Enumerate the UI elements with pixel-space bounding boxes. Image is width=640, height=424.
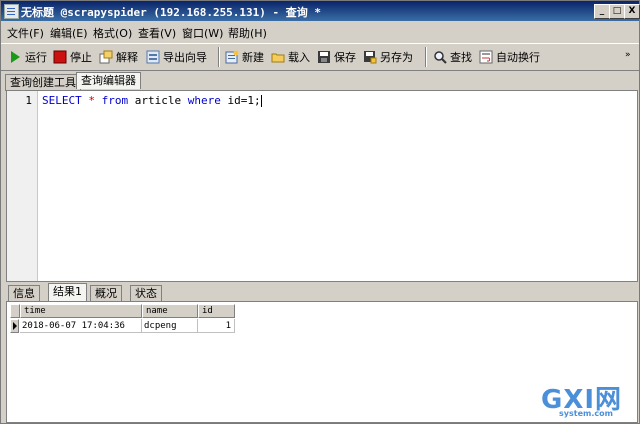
find-button[interactable]: 查找 — [433, 49, 472, 65]
word-wrap-button[interactable]: 自动换行 — [479, 49, 540, 65]
find-label: 查找 — [450, 51, 472, 64]
cell-time[interactable]: 2018-06-07 17:04:36 — [20, 319, 142, 333]
folder-icon — [271, 50, 285, 64]
tab-overview[interactable]: 概况 — [90, 285, 122, 302]
sql-keyword: where — [187, 94, 221, 107]
export-icon — [146, 50, 160, 64]
title-bar: 无标题 @scrapyspider (192.168.255.131) - 查询… — [1, 1, 640, 21]
column-header-id[interactable]: id — [198, 304, 235, 318]
save-as-icon — [363, 50, 377, 64]
save-as-label: 另存为 — [380, 51, 413, 64]
result-tab-strip: 信息 结果1 概况 状态 — [6, 283, 636, 302]
sql-operator: * — [81, 94, 102, 107]
menu-window[interactable]: 窗口(W) — [182, 25, 223, 41]
menu-view[interactable]: 查看(V) — [138, 25, 176, 41]
run-label: 运行 — [25, 51, 47, 64]
tab-info[interactable]: 信息 — [8, 285, 40, 302]
toolbar-overflow-icon[interactable]: » — [625, 50, 631, 60]
save-label: 保存 — [334, 51, 356, 64]
new-label: 新建 — [242, 51, 264, 64]
current-row-indicator — [10, 319, 19, 333]
load-button[interactable]: 载入 — [271, 49, 310, 65]
tab-result-1[interactable]: 结果1 — [48, 283, 87, 301]
editor-tab-strip: 查询创建工具 查询编辑器 — [1, 72, 639, 91]
cell-id[interactable]: 1 — [198, 319, 235, 333]
grid-corner — [10, 304, 20, 318]
stop-label: 停止 — [70, 51, 92, 64]
column-header-time[interactable]: time — [20, 304, 142, 318]
tab-status[interactable]: 状态 — [130, 285, 162, 302]
new-query-icon — [225, 50, 239, 64]
menu-bar: 文件(F) 编辑(E) 格式(O) 查看(V) 窗口(W) 帮助(H) — [1, 22, 639, 41]
load-label: 载入 — [288, 51, 310, 64]
sql-editor[interactable]: 1 SELECT * from article where id=1; — [6, 90, 638, 282]
explain-icon — [99, 50, 113, 64]
column-header-name[interactable]: name — [142, 304, 198, 318]
text-caret — [260, 95, 262, 107]
save-icon — [317, 50, 331, 64]
export-wizard-button[interactable]: 导出向导 — [146, 49, 207, 65]
line-number: 1 — [25, 94, 32, 107]
line-number-gutter: 1 — [7, 91, 38, 281]
menu-help[interactable]: 帮助(H) — [228, 25, 267, 41]
run-button[interactable]: 运行 — [8, 49, 47, 65]
sql-condition: id=1; — [220, 94, 261, 107]
toolbar: 运行 停止 解释 导出向导 新建 载入 保存 另存为 查找 自动换行 » — [1, 43, 639, 71]
tab-query-editor[interactable]: 查询编辑器 — [76, 72, 141, 89]
explain-label: 解释 — [116, 51, 138, 64]
new-button[interactable]: 新建 — [225, 49, 264, 65]
save-as-button[interactable]: 另存为 — [363, 49, 413, 65]
window-title: 无标题 @scrapyspider (192.168.255.131) - 查询… — [21, 6, 322, 19]
export-label: 导出向导 — [163, 51, 207, 64]
word-wrap-icon — [479, 50, 493, 64]
sql-keyword: SELECT — [42, 94, 82, 107]
stop-icon — [53, 50, 67, 64]
explain-button[interactable]: 解释 — [99, 49, 138, 65]
cell-name[interactable]: dcpeng — [142, 319, 198, 333]
sql-code-line[interactable]: SELECT * from article where id=1; — [42, 94, 262, 107]
menu-file[interactable]: 文件(F) — [7, 25, 44, 41]
sql-identifier: article — [128, 94, 188, 107]
site-watermark: GXI网 system.com — [541, 383, 637, 421]
app-window: 无标题 @scrapyspider (192.168.255.131) - 查询… — [0, 0, 640, 424]
sql-keyword: from — [101, 94, 129, 107]
watermark-domain: system.com — [559, 409, 613, 418]
maximize-button[interactable]: □ — [609, 4, 625, 19]
minimize-button[interactable]: _ — [594, 4, 610, 19]
tab-query-builder[interactable]: 查询创建工具 — [5, 74, 81, 91]
toolbar-separator — [218, 47, 220, 67]
save-button[interactable]: 保存 — [317, 49, 356, 65]
app-icon — [4, 4, 19, 19]
menu-format[interactable]: 格式(O) — [93, 25, 132, 41]
word-wrap-label: 自动换行 — [496, 51, 540, 64]
stop-button[interactable]: 停止 — [53, 49, 92, 65]
toolbar-separator — [425, 47, 427, 67]
menu-edit[interactable]: 编辑(E) — [50, 25, 88, 41]
play-icon — [8, 50, 22, 64]
search-icon — [433, 50, 447, 64]
close-button[interactable]: X — [624, 4, 640, 19]
